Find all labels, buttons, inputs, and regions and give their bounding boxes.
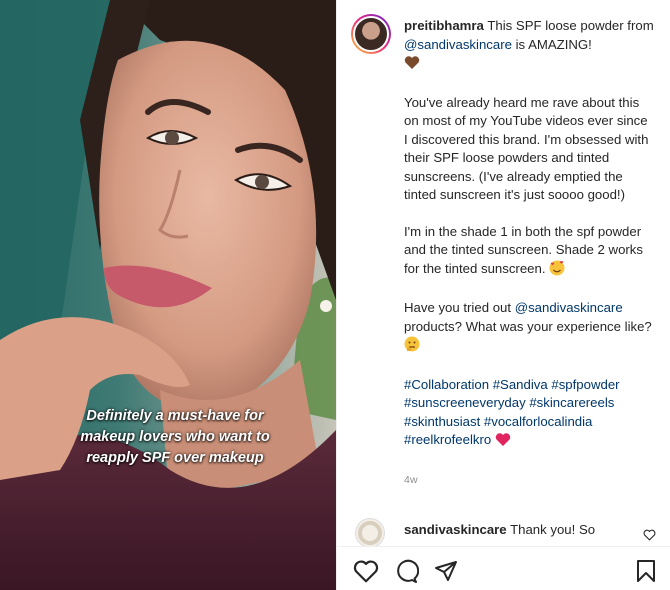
caption-paragraph-2-text: I'm in the shade 1 in both the spf powde…: [404, 223, 643, 276]
comment-body: Thank you! So: [506, 522, 596, 537]
smiling-hearts-emoji-icon: [549, 260, 565, 282]
caption-paragraph-2: I'm in the shade 1 in both the spf powde…: [404, 223, 654, 282]
red-heart-icon: [495, 432, 511, 453]
post-action-bar: [337, 546, 670, 590]
caption-paragraph-3-b: products? What was your experience like?: [404, 318, 652, 334]
commenter-username[interactable]: sandivaskincare: [404, 522, 507, 537]
caption-lead: preitibhamra This SPF loose powder from …: [404, 17, 654, 76]
caption-text: preitibhamra This SPF loose powder from …: [404, 17, 654, 489]
caption-lead-text: This SPF loose powder from: [483, 18, 654, 33]
overlay-line: Definitely a must-have for: [86, 408, 264, 424]
brown-heart-icon: [404, 55, 420, 76]
author-avatar[interactable]: [351, 14, 391, 54]
author-username[interactable]: preitibhamra: [404, 18, 484, 33]
media-photo: [0, 0, 336, 590]
thinking-face-emoji-icon: [404, 336, 420, 358]
mention-link-2[interactable]: @sandivaskincare: [515, 300, 623, 315]
comment-like-heart-icon[interactable]: [643, 528, 656, 546]
caption-paragraph: You've already heard me rave about this …: [404, 94, 649, 203]
caption-paragraph-3: Have you tried out @sandivaskincare prod…: [404, 299, 654, 358]
comment-bubble-icon[interactable]: [393, 559, 420, 588]
comment-item: sandivaskincare Thank you! So: [351, 516, 661, 548]
post-details-panel: preitibhamra This SPF loose powder from …: [336, 0, 670, 590]
hashtags[interactable]: #Collaboration #Sandiva #spfpowder #suns…: [404, 377, 620, 448]
commenter-avatar[interactable]: [355, 518, 385, 548]
caption-lead-tail: is AMAZING!: [511, 36, 592, 52]
overlay-line: makeup lovers who want to: [80, 429, 270, 445]
post-timestamp[interactable]: 4w: [404, 471, 654, 490]
hashtag-list: #Collaboration #Sandiva #spfpowder #suns…: [404, 376, 654, 453]
like-heart-icon[interactable]: [353, 559, 379, 588]
save-bookmark-icon[interactable]: [635, 559, 657, 588]
mention-link[interactable]: @sandivaskincare: [404, 37, 512, 52]
caption-paragraph-3-a: Have you tried out: [404, 300, 515, 315]
video-caption-overlay: Definitely a must-have for makeup lovers…: [40, 406, 310, 469]
overlay-line: reapply SPF over makeup: [86, 450, 264, 466]
post-media[interactable]: Definitely a must-have for makeup lovers…: [0, 0, 336, 590]
share-paper-plane-icon[interactable]: [433, 559, 459, 588]
comment-text: sandivaskincare Thank you! So: [404, 521, 595, 539]
